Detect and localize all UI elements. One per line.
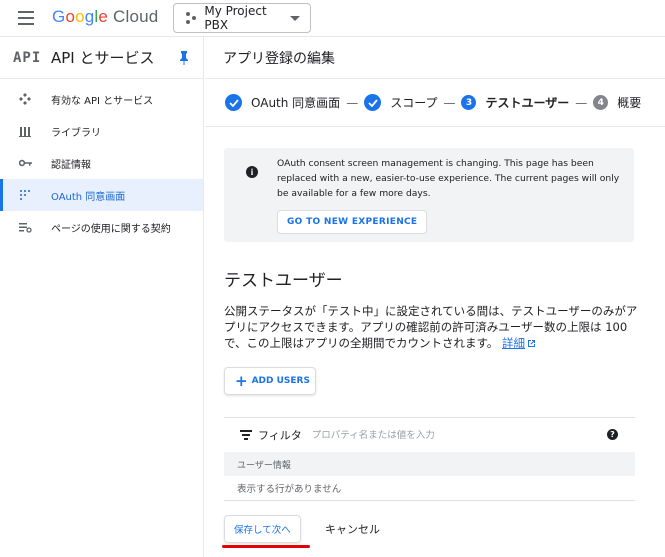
chevron-down-icon [290,15,300,21]
step-number: 4 [593,95,609,110]
sidebar-item-credentials[interactable]: 認証情報 [0,147,203,179]
section-title: テストユーザー [224,271,343,291]
sidebar-title: API とサービス [51,49,155,67]
settings-list-icon [18,220,32,234]
plus-icon: + [235,372,248,390]
add-users-label: ADD USERS [251,376,310,386]
learn-more-label: 詳細 [502,336,526,350]
api-services-icon [18,92,32,106]
filter-bar: フィルタ ? [224,418,635,452]
check-circle-icon [225,94,242,111]
top-bar: Google Cloud My Project PBX [0,0,665,37]
filter-icon [240,428,252,442]
test-users-table: フィルタ ? ユーザー情報 表示する行がありません [224,417,635,501]
go-to-new-experience-button[interactable]: GO TO NEW EXPERIENCE [277,210,428,234]
filter-input[interactable] [311,429,572,441]
oauth-icon [18,188,32,202]
project-icon [184,11,197,25]
external-link-icon [528,340,536,347]
logo-letter: e [98,7,109,26]
empty-table-message: 表示する行がありません [237,484,342,495]
logo-letter: o [65,7,76,26]
notice-banner: i OAuth consent screen management is cha… [224,148,634,242]
sidebar-item-enabled-apis[interactable]: 有効な API とサービス [0,83,203,115]
step-summary[interactable]: 概要 [617,94,641,111]
api-icon: API [13,49,42,66]
logo-letter: o [75,7,85,26]
add-users-button[interactable]: + ADD USERS [224,367,316,395]
sidebar-item-library[interactable]: ライブラリ [0,115,203,147]
sidebar-item-oauth-consent[interactable]: OAuth 同意画面 [0,179,203,211]
filter-label: フィルタ [258,429,302,442]
key-icon [18,156,32,170]
step-test-users[interactable]: テストユーザー [485,94,569,111]
sidebar-item-label: 有効な API とサービス [51,95,154,107]
sidebar-item-label: ライブラリ [51,127,101,139]
description: 公開ステータスが「テスト中」に設定されている間は、テストユーザーのみがアプリにア… [224,303,640,351]
logo-letter: g [84,7,95,26]
step-scopes[interactable]: スコープ [390,94,437,111]
main-content: アプリ登録の編集 OAuth 同意画面 — スコープ — 3 テストユーザー —… [205,37,665,557]
cancel-button[interactable]: キャンセル [317,515,388,543]
step-separator: — [346,95,359,110]
notice-text: OAuth consent screen management is chang… [277,158,620,199]
help-icon[interactable]: ? [607,429,618,440]
info-icon: i [246,166,258,178]
google-cloud-logo[interactable]: Google Cloud [52,7,158,27]
step-oauth-consent[interactable]: OAuth 同意画面 [251,94,340,111]
highlight-underline [222,545,310,548]
description-text: 公開ステータスが「テスト中」に設定されている間は、テストユーザーのみがアプリにア… [224,304,638,350]
step-separator: — [443,95,456,110]
check-circle-icon [364,94,382,111]
library-icon [18,124,32,138]
column-header-user-info[interactable]: ユーザー情報 [224,452,635,476]
sidebar-header: API API とサービス [0,37,203,79]
logo-letter: G [52,7,66,26]
menu-icon[interactable] [18,11,34,25]
stepper: OAuth 同意画面 — スコープ — 3 テストユーザー — 4 概要 [205,79,665,127]
sidebar-item-label: 認証情報 [51,159,91,171]
step-number: 3 [461,95,477,110]
step-separator: — [575,95,588,110]
sidebar-item-page-usage-agreements[interactable]: ページの使用に関する契約 [0,211,203,243]
project-name: My Project PBX [204,4,267,32]
logo-product: Cloud [113,7,159,26]
save-and-continue-button[interactable]: 保存して次へ [224,515,301,543]
learn-more-link[interactable]: 詳細 [502,336,525,350]
page-title: アプリ登録の編集 [205,37,665,79]
sidebar: API API とサービス 有効な API とサービス ライブラリ 認証情報 O… [0,37,204,557]
pin-icon[interactable] [179,51,189,65]
project-selector[interactable]: My Project PBX [173,3,311,33]
sidebar-item-label: ページの使用に関する契約 [51,223,171,235]
sidebar-item-label: OAuth 同意画面 [51,191,126,203]
